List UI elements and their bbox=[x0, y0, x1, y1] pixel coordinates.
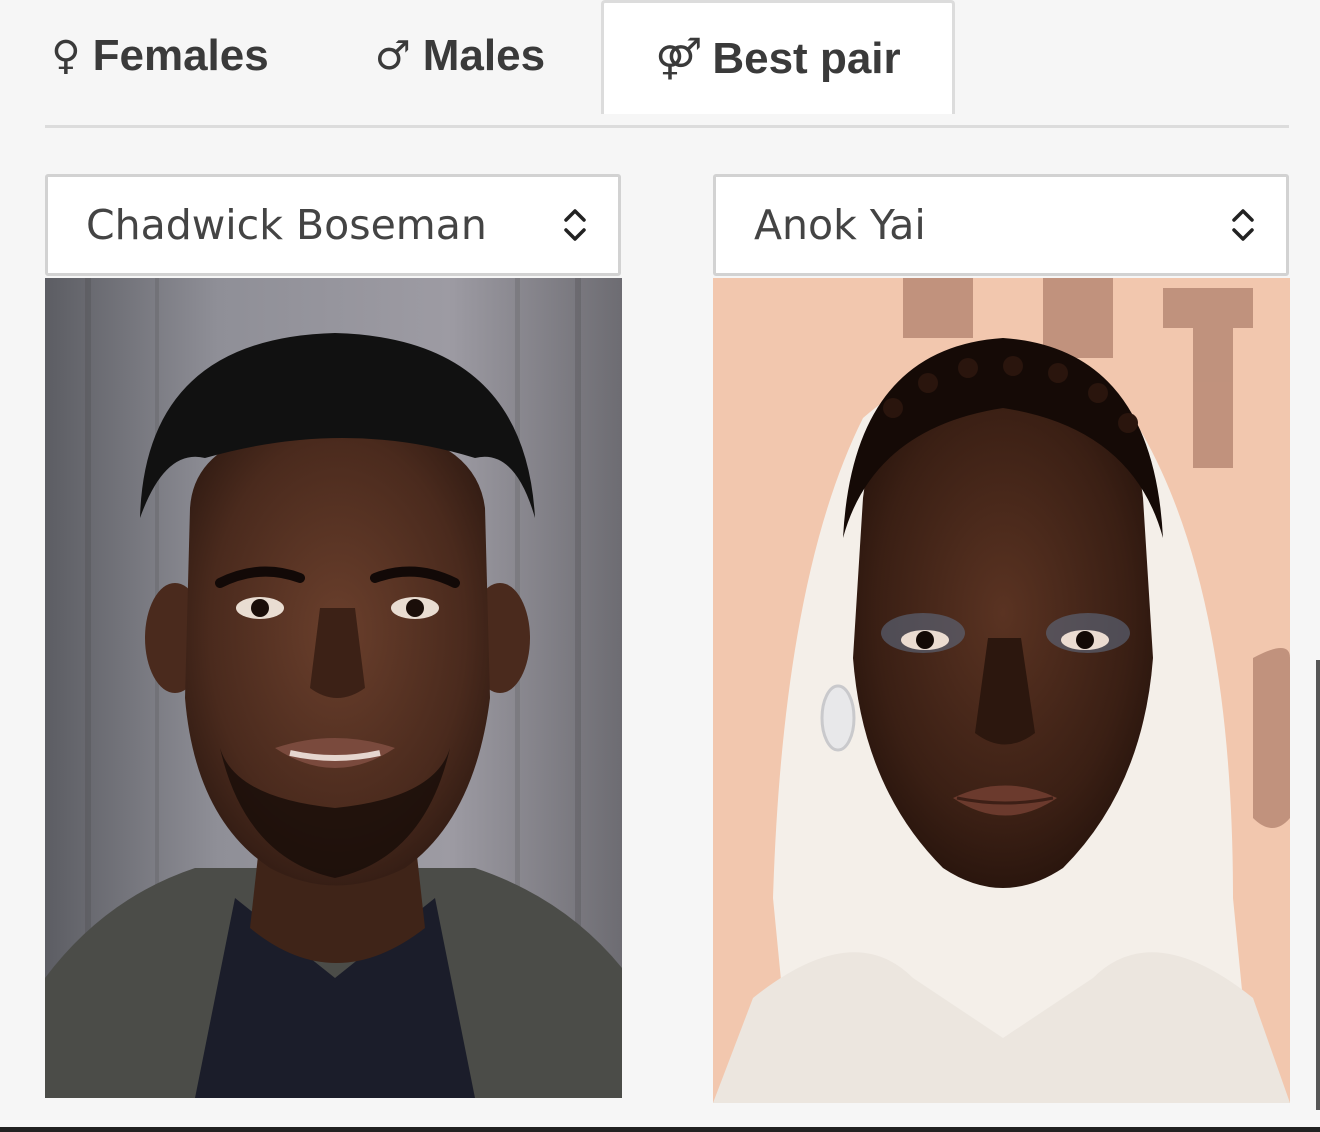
chevron-up-down-icon bbox=[564, 209, 586, 241]
female-symbol-icon: ♀ bbox=[51, 33, 81, 79]
tab-females[interactable]: ♀ Females bbox=[45, 0, 275, 112]
bottom-divider bbox=[0, 1127, 1320, 1132]
scrollbar[interactable] bbox=[1316, 660, 1320, 1110]
best-pair-page: ♀ Females ♂ Males ⚤ Best pair Chadwick B… bbox=[0, 0, 1320, 1132]
tab-males-label: Males bbox=[422, 31, 546, 80]
tab-females-label: Females bbox=[92, 31, 269, 80]
tab-males[interactable]: ♂ Males bbox=[365, 0, 555, 112]
pair-symbol-icon: ⚤ bbox=[655, 35, 702, 82]
male-person-select-value: Chadwick Boseman bbox=[86, 201, 487, 249]
chevron-up-down-icon bbox=[1232, 209, 1254, 241]
male-person-photo bbox=[45, 278, 622, 1098]
female-person-select-value: Anok Yai bbox=[754, 201, 926, 249]
female-person-select[interactable]: Anok Yai bbox=[713, 174, 1289, 276]
tab-best-pair-label: Best pair bbox=[712, 33, 901, 83]
male-symbol-icon: ♂ bbox=[374, 33, 411, 79]
tab-best-pair[interactable]: ⚤ Best pair bbox=[601, 0, 955, 114]
male-person-select[interactable]: Chadwick Boseman bbox=[45, 174, 621, 276]
female-person-photo bbox=[713, 278, 1290, 1103]
